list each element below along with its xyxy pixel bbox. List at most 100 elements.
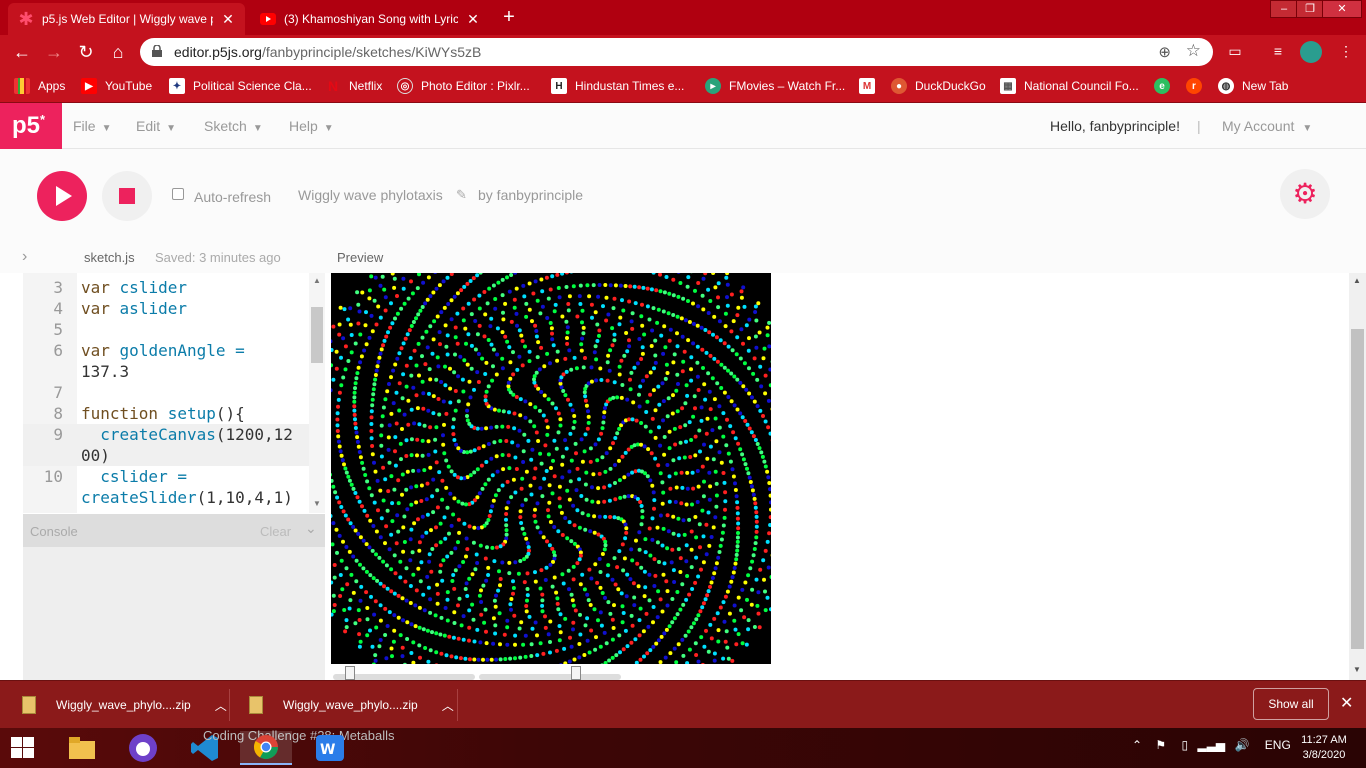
github-desktop-icon[interactable] [125, 731, 161, 765]
menu-edit[interactable]: Edit ▼ [136, 118, 176, 134]
chrome-taskbar-icon[interactable] [240, 731, 292, 765]
bookmark-pixlr[interactable]: ◎ Photo Editor : Pixlr... [397, 77, 530, 95]
line-number: 6 [53, 341, 63, 360]
system-clock[interactable]: 11:27 AM 3/8/2020 [1296, 733, 1352, 763]
wifi-signal-icon[interactable]: ▂▃▅ [1197, 738, 1225, 752]
menu-file[interactable]: File ▼ [73, 118, 111, 134]
bookmark-fmovies[interactable]: ▸ FMovies – Watch Fr... [705, 77, 845, 95]
chevron-up-icon[interactable]: ︿ [215, 697, 227, 714]
bookmark-hindustan-times[interactable]: H Hindustan Times e... [551, 77, 684, 95]
scroll-down-icon[interactable]: ▼ [1353, 665, 1361, 674]
scroll-up-icon[interactable]: ▲ [313, 276, 321, 285]
console-clear-button[interactable]: Clear [260, 524, 291, 539]
stop-button[interactable] [102, 171, 152, 221]
bookmark-label: Apps [38, 79, 66, 93]
netflix-icon: N [327, 78, 339, 94]
wps-office-icon[interactable]: W [312, 731, 348, 765]
chevron-up-icon[interactable]: ︿ [442, 697, 454, 714]
address-bar[interactable]: editor.p5js.org/fanbyprinciple/sketches/… [140, 38, 1213, 66]
bookmark-netflix[interactable]: N Netflix [325, 77, 382, 95]
bookmark-label: Photo Editor : Pixlr... [421, 79, 530, 93]
p5-logo[interactable]: p5* [0, 103, 62, 149]
c-slider-handle[interactable] [345, 666, 356, 680]
maximize-button[interactable]: ❐ [1296, 0, 1324, 18]
scroll-thumb[interactable] [311, 307, 323, 363]
sketch-name[interactable]: Wiggly wave phylotaxis [298, 187, 443, 203]
forward-arrow-icon[interactable]: → [42, 40, 66, 64]
code-text: var goldenAngle = [81, 341, 245, 360]
media-queue-icon[interactable]: ≡ [1268, 43, 1288, 61]
flag-icon[interactable]: ⚑ [1155, 738, 1166, 752]
cast-icon[interactable]: ▭ [1225, 43, 1245, 61]
console-label: Console [30, 524, 78, 539]
close-window-button[interactable]: ✕ [1322, 0, 1362, 18]
download-filename: Wiggly_wave_phylo....zip [56, 698, 191, 712]
windows-taskbar: Coding Challenge #28: Metaballs W ⌃ ⚑ ▯ … [0, 728, 1366, 768]
zip-file-icon [249, 696, 263, 714]
bookmark-youtube[interactable]: ▶ YouTube [81, 77, 152, 95]
bookmark-evernote[interactable]: e [1154, 77, 1178, 95]
pencil-icon[interactable]: ✎ [456, 187, 467, 203]
bookmark-reddit[interactable]: r [1186, 77, 1210, 95]
back-arrow-icon[interactable]: ← [10, 40, 34, 64]
zoom-icon[interactable]: ⊕ [1158, 43, 1171, 61]
bookmark-apps[interactable]: Apps [14, 77, 65, 95]
my-account-menu[interactable]: My Account ▼ [1222, 118, 1312, 134]
bookmark-label: YouTube [105, 79, 153, 93]
page-scrollbar[interactable]: ▲ ▼ [1349, 273, 1366, 680]
tab-title: p5.js Web Editor | Wiggly wave ph [42, 12, 213, 26]
volume-icon[interactable]: 🔊 [1235, 738, 1250, 752]
bookmark-ncert[interactable]: ▦ National Council Fo... [1000, 77, 1139, 95]
code-editor[interactable]: 3 var cslider 4 var aslider 5 6 var goldenA… [23, 273, 325, 513]
new-tab-button[interactable]: + [498, 6, 520, 28]
scroll-thumb[interactable] [1351, 329, 1364, 649]
sketch-owner: by fanbyprinciple [478, 187, 584, 203]
tray-chevron-up-icon[interactable]: ⌃ [1132, 738, 1142, 752]
bookmark-label: Political Science Cla... [193, 79, 312, 93]
url-host: editor.p5js.org [174, 44, 262, 60]
chevron-right-icon[interactable]: › [22, 248, 27, 266]
menu-dots-icon[interactable]: ⋮ [1336, 43, 1356, 61]
windows-start-icon[interactable] [11, 737, 35, 759]
show-all-button[interactable]: Show all [1253, 688, 1329, 720]
auto-refresh-checkbox[interactable] [172, 188, 184, 200]
gmail-icon: M [859, 78, 875, 94]
chevron-down-icon[interactable]: ⌄ [305, 520, 317, 537]
minimize-button[interactable]: – [1270, 0, 1298, 18]
bookmark-gmail[interactable]: M [859, 77, 883, 95]
globe-icon: ◍ [1218, 78, 1234, 94]
bookmark-duckduckgo[interactable]: ● DuckDuckGo [891, 77, 986, 95]
code-scrollbar[interactable]: ▲ ▼ [309, 273, 325, 513]
menu-label: Edit [136, 118, 161, 134]
reload-icon[interactable]: ↻ [74, 40, 98, 64]
menu-sketch[interactable]: Sketch ▼ [204, 118, 263, 134]
bookmark-star-icon[interactable]: ☆ [1186, 41, 1201, 61]
close-tab-icon[interactable]: ✕ [466, 11, 480, 28]
language-indicator[interactable]: ENG [1265, 738, 1291, 752]
menu-label: My Account [1222, 118, 1295, 134]
close-icon[interactable]: ✕ [1340, 693, 1353, 713]
a-slider-handle[interactable] [570, 666, 581, 680]
line-number: 8 [53, 404, 63, 423]
download-item[interactable]: Wiggly_wave_phylo....zip ︿ [249, 681, 454, 729]
bookmark-political-science[interactable]: ✦ Political Science Cla... [169, 77, 312, 95]
preview-canvas[interactable] [331, 273, 771, 664]
battery-icon[interactable]: ▯ [1182, 738, 1189, 752]
tab-youtube[interactable]: (3) Khamoshiyan Song with Lyric ✕ [250, 3, 490, 35]
play-button[interactable] [37, 171, 87, 221]
youtube-icon: ▶ [81, 78, 97, 94]
download-item[interactable]: Wiggly_wave_phylo....zip ︿ [22, 681, 227, 729]
code-text: var cslider [81, 278, 187, 297]
scroll-down-icon[interactable]: ▼ [313, 499, 321, 508]
user-greeting: Hello, fanbyprinciple! [1050, 118, 1180, 134]
profile-avatar[interactable] [1300, 41, 1322, 63]
bookmark-new-tab[interactable]: ◍ New Tab [1218, 77, 1288, 95]
line-number: 3 [53, 278, 63, 297]
menu-help[interactable]: Help ▼ [289, 118, 334, 134]
home-icon[interactable]: ⌂ [106, 40, 130, 64]
tab-p5-editor[interactable]: ✱ p5.js Web Editor | Wiggly wave ph ✕ [8, 3, 245, 35]
file-explorer-icon[interactable] [64, 731, 100, 765]
close-tab-icon[interactable]: ✕ [221, 11, 235, 28]
scroll-up-icon[interactable]: ▲ [1353, 276, 1361, 285]
settings-gear-icon[interactable]: ⚙ [1280, 169, 1330, 219]
